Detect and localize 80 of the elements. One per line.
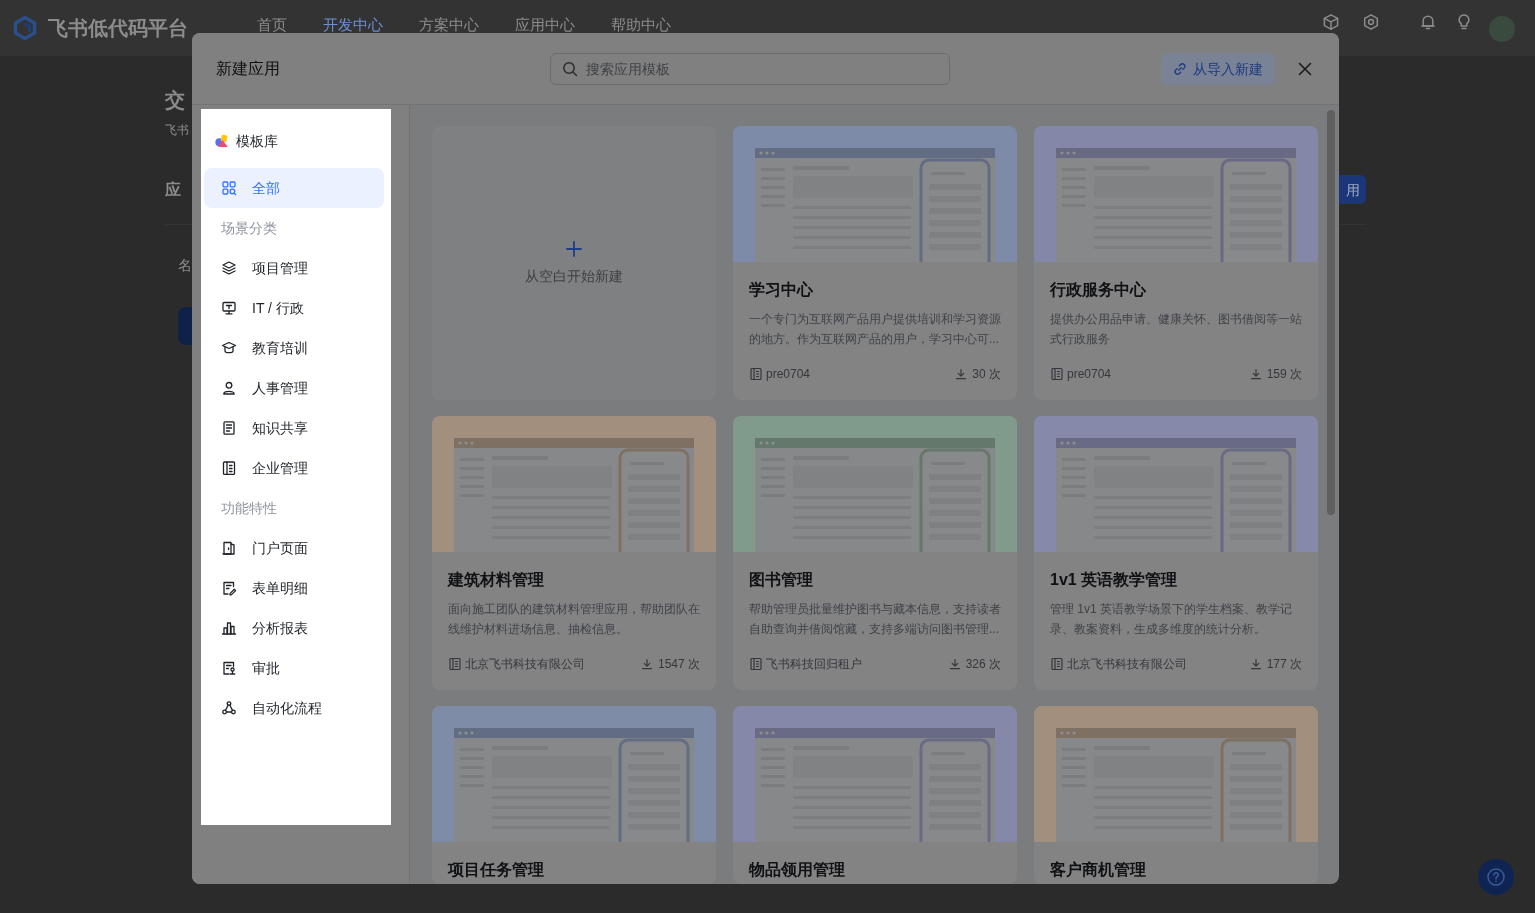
download-icon: [1249, 658, 1262, 670]
bell-icon[interactable]: [1419, 13, 1437, 31]
template-card[interactable]: 1v1 英语教学管理 管理 1v1 英语教学场景下的学生档案、教学记录、教案资料，生成多维度的统计分析。 北京飞书科技有限公司 177 次: [1034, 416, 1318, 690]
form-edit-icon: [221, 580, 237, 596]
download-icon: [948, 658, 961, 670]
page-subtitle: 飞书: [165, 122, 189, 139]
section-label: 功能特性: [221, 499, 277, 518]
column-header: 名: [178, 256, 192, 275]
download-count: 177 次: [1266, 656, 1302, 673]
sidebar-title: 模板库: [236, 132, 278, 151]
help-icon: [1486, 867, 1506, 887]
document-icon: [749, 367, 763, 381]
link-icon: [1173, 61, 1187, 76]
page-title: 交: [165, 88, 185, 113]
nav-tab[interactable]: 应用中心: [515, 17, 575, 32]
search-icon: [562, 60, 578, 77]
card-title: 1v1 英语教学管理: [1050, 570, 1178, 590]
nav-tab[interactable]: 首页: [257, 17, 287, 32]
three-nodes-icon: [221, 700, 237, 716]
help-button[interactable]: [1478, 859, 1514, 895]
monitor-icon: [221, 300, 237, 316]
template-card[interactable]: 图书管理 帮助管理员批量维护图书与藏本信息，支持读者自助查询并借阅馆藏，支持多端访问图书管理... 飞书科技回归租户 326 次: [733, 416, 1017, 690]
card-description: 帮助管理员批量维护图书与藏本信息，支持读者自助查询并借阅馆藏，支持多端访问图书管理...: [749, 601, 1002, 638]
card-title: 学习中心: [749, 280, 813, 300]
create-blank-card[interactable]: 从空白开始新建: [432, 126, 716, 400]
file-icon: [221, 460, 237, 476]
download-count: 1547 次: [657, 656, 700, 673]
card-description: 管理 1v1 英语教学场景下的学生档案、教学记录、教案资料，生成多维度的统计分析。: [1050, 601, 1293, 638]
layers-icon: [221, 260, 237, 276]
plus-icon: [566, 240, 582, 257]
import-button[interactable]: 从导入新建: [1161, 52, 1275, 85]
card-title: 物品领用管理: [749, 860, 845, 880]
template-card[interactable]: 客户商机管理: [1034, 706, 1318, 884]
document-icon: [448, 657, 462, 671]
product-name: 飞书低代码平台: [48, 16, 188, 41]
person-icon: [221, 380, 237, 396]
stamp-document-icon: [221, 660, 237, 676]
cube-icon[interactable]: [1322, 13, 1340, 31]
card-description: 面向施工团队的建筑材料管理应用，帮助团队在线维护材料进场信息、抽检信息。: [448, 601, 701, 638]
download-count: 159 次: [1266, 366, 1302, 383]
document-icon: [1050, 657, 1064, 671]
nav-tab[interactable]: 方案中心: [419, 17, 479, 32]
author-name: 北京飞书科技有限公司: [1067, 656, 1187, 673]
search-field[interactable]: 搜索应用模板: [550, 52, 950, 85]
template-card[interactable]: 建筑材料管理 面向施工团队的建筑材料管理应用，帮助团队在线维护材料进场信息、抽检信息。 北京飞书科技有限公司 1547 次: [432, 416, 716, 690]
shapes-logo-icon: [215, 134, 229, 148]
download-count: 30 次: [972, 366, 1001, 383]
document-icon: [749, 657, 763, 671]
card-title: 图书管理: [749, 570, 813, 590]
bar-chart-icon: [221, 620, 237, 636]
section-label: 场景分类: [221, 219, 277, 238]
template-card[interactable]: 项目任务管理: [432, 706, 716, 884]
graduation-cap-icon: [221, 340, 237, 356]
lightbulb-icon[interactable]: [1455, 13, 1473, 31]
section-heading: 应: [165, 179, 181, 200]
download-icon: [955, 368, 968, 380]
card-title: 行政服务中心: [1050, 280, 1146, 300]
nav-tab[interactable]: 帮助中心: [611, 17, 671, 32]
download-icon: [1249, 368, 1262, 380]
author-name: 北京飞书科技有限公司: [465, 656, 585, 673]
primary-button[interactable]: 用: [1339, 175, 1366, 204]
template-card[interactable]: 物品领用管理: [733, 706, 1017, 884]
author-name: pre0704: [1067, 366, 1112, 383]
dialog-title: 新建应用: [216, 59, 280, 77]
download-icon: [640, 658, 653, 670]
author-name: pre0704: [766, 366, 811, 383]
sidebar-item[interactable]: 全部: [204, 168, 384, 208]
scrollbar-thumb[interactable]: [1327, 110, 1335, 515]
document-icon: [1050, 367, 1064, 381]
settings-icon[interactable]: [1362, 13, 1380, 31]
nav-tab[interactable]: 开发中心: [323, 17, 383, 32]
card-title: 建筑材料管理: [448, 570, 544, 590]
door-icon: [221, 540, 237, 556]
card-title: 项目任务管理: [448, 860, 544, 880]
close-icon: [1297, 60, 1313, 77]
author-name: 飞书科技回归租户: [766, 656, 862, 673]
search-grid-icon: [221, 180, 237, 196]
document-icon: [221, 420, 237, 436]
card-title: 客户商机管理: [1050, 860, 1146, 880]
download-count: 326 次: [965, 656, 1001, 673]
